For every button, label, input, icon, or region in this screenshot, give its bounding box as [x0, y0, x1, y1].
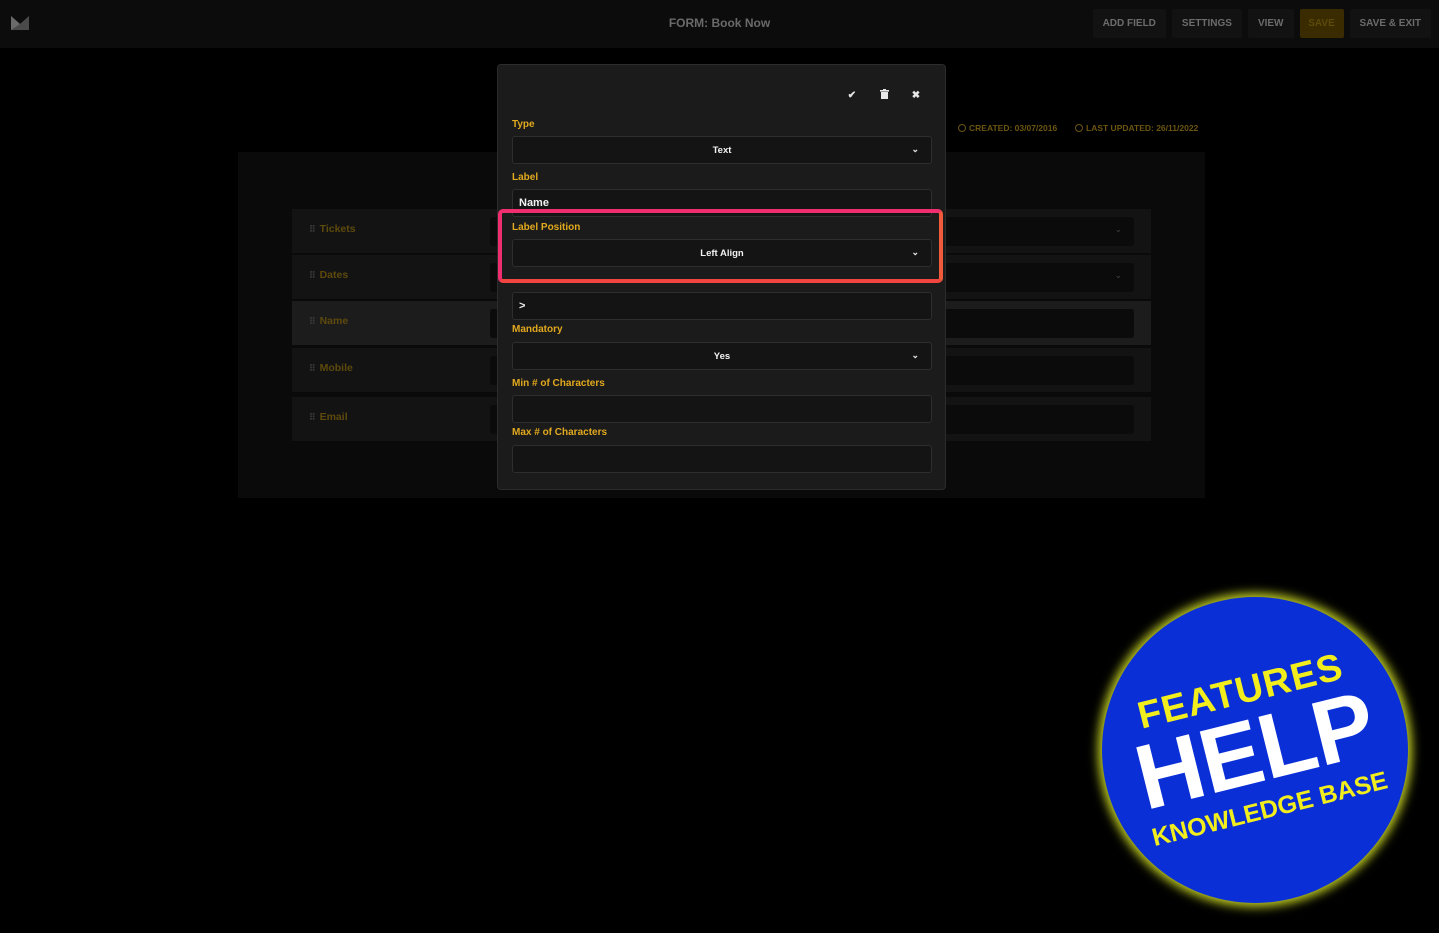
- chevron-down-icon: ⌄: [1114, 270, 1122, 280]
- chevron-down-icon: ⌄: [911, 350, 919, 360]
- top-nav: ADD FIELD SETTINGS VIEW SAVE SAVE & EXIT: [1092, 9, 1431, 38]
- updated-date-text: LAST UPDATED: 26/11/2022: [1086, 123, 1199, 133]
- row-label: ⠿ Tickets: [309, 223, 356, 235]
- chevron-down-icon: ⌄: [911, 144, 919, 154]
- row-label: ⠿ Mobile: [309, 362, 353, 374]
- badge-text-group: FEATURES HELP KNOWLEDGE BASE: [1102, 597, 1408, 903]
- clock-icon: [958, 124, 966, 132]
- drag-handle-icon[interactable]: ⠿: [309, 363, 316, 373]
- row-label-text: Name: [319, 315, 349, 327]
- drag-handle-icon[interactable]: ⠿: [309, 224, 316, 234]
- row-label: ⠿ Name: [309, 315, 348, 327]
- help-badge[interactable]: FEATURES HELP KNOWLEDGE BASE: [1102, 597, 1408, 903]
- highlight-box: [498, 209, 943, 283]
- clock-icon: [1075, 124, 1083, 132]
- min-chars-input[interactable]: [512, 395, 932, 423]
- type-label: Type: [512, 119, 535, 130]
- max-chars-input[interactable]: [512, 445, 932, 473]
- settings-button[interactable]: SETTINGS: [1171, 9, 1242, 38]
- label-value: Name: [519, 197, 549, 209]
- view-button[interactable]: VIEW: [1247, 9, 1294, 38]
- max-chars-label: Max # of Characters: [512, 427, 608, 438]
- row-label: ⠿ Email: [309, 411, 348, 423]
- created-date: CREATED: 03/07/2016: [958, 123, 1057, 133]
- row-label: ⠿ Dates: [309, 269, 348, 281]
- confirm-icon[interactable]: ✔: [843, 89, 861, 103]
- type-select[interactable]: Text ⌄: [512, 136, 932, 164]
- placeholder-value: >: [519, 300, 526, 312]
- placeholder-input[interactable]: >: [512, 292, 932, 320]
- mandatory-value: Yes: [713, 351, 731, 362]
- row-label-text: Email: [319, 411, 348, 423]
- add-field-button[interactable]: ADD FIELD: [1092, 9, 1166, 38]
- row-label-text: Tickets: [319, 223, 356, 235]
- drag-handle-icon[interactable]: ⠿: [309, 412, 316, 422]
- label-label: Label: [512, 172, 539, 183]
- type-value: Text: [712, 145, 732, 156]
- close-icon[interactable]: ✖: [907, 89, 925, 103]
- save-exit-button[interactable]: SAVE & EXIT: [1349, 9, 1431, 38]
- drag-handle-icon[interactable]: ⠿: [309, 316, 316, 326]
- created-date-text: CREATED: 03/07/2016: [969, 123, 1058, 133]
- top-bar: FORM: Book Now ADD FIELD SETTINGS VIEW S…: [0, 0, 1439, 48]
- save-button[interactable]: SAVE: [1299, 9, 1344, 38]
- chevron-down-icon: ⌄: [1114, 224, 1122, 234]
- row-label-text: Dates: [319, 269, 349, 281]
- row-label-text: Mobile: [319, 362, 353, 374]
- modal-toolbar: ✔ ✖: [843, 89, 925, 103]
- mandatory-select[interactable]: Yes ⌄: [512, 342, 932, 370]
- delete-icon[interactable]: [875, 89, 893, 103]
- updated-date: LAST UPDATED: 26/11/2022: [1075, 123, 1198, 133]
- min-chars-label: Min # of Characters: [512, 378, 605, 389]
- mandatory-label: Mandatory: [512, 324, 563, 335]
- drag-handle-icon[interactable]: ⠿: [309, 270, 316, 280]
